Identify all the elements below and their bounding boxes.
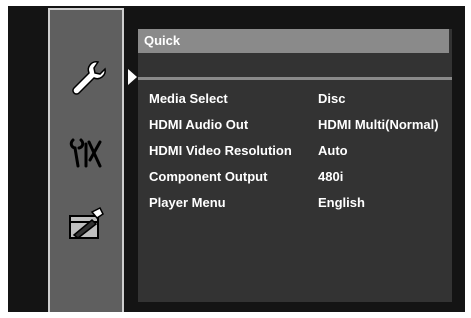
disc-editing-icon[interactable]: [64, 202, 108, 246]
setting-label: Player Menu: [149, 195, 226, 210]
menu-title: Quick: [138, 29, 449, 53]
setting-label: Media Select: [149, 91, 228, 106]
setting-value: 480i: [318, 169, 344, 184]
setting-value: HDMI Multi(Normal): [318, 117, 439, 132]
setting-label: HDMI Audio Out: [149, 117, 249, 132]
setup-sidebar: [48, 8, 124, 312]
quick-menu-panel: Quick Media Select Disc HDMI Audio Out H…: [138, 29, 452, 302]
setting-value: English: [318, 195, 365, 210]
setting-label: Component Output: [149, 169, 268, 184]
wrench-icon[interactable]: [64, 56, 108, 100]
menu-divider: [138, 77, 452, 80]
setting-value: Disc: [318, 91, 346, 106]
selection-pointer-icon: [128, 69, 137, 85]
tools-icon[interactable]: [64, 130, 108, 174]
setting-label: HDMI Video Resolution: [149, 143, 292, 158]
setting-value: Auto: [318, 143, 348, 158]
setup-screen: Quick Media Select Disc HDMI Audio Out H…: [0, 0, 471, 318]
